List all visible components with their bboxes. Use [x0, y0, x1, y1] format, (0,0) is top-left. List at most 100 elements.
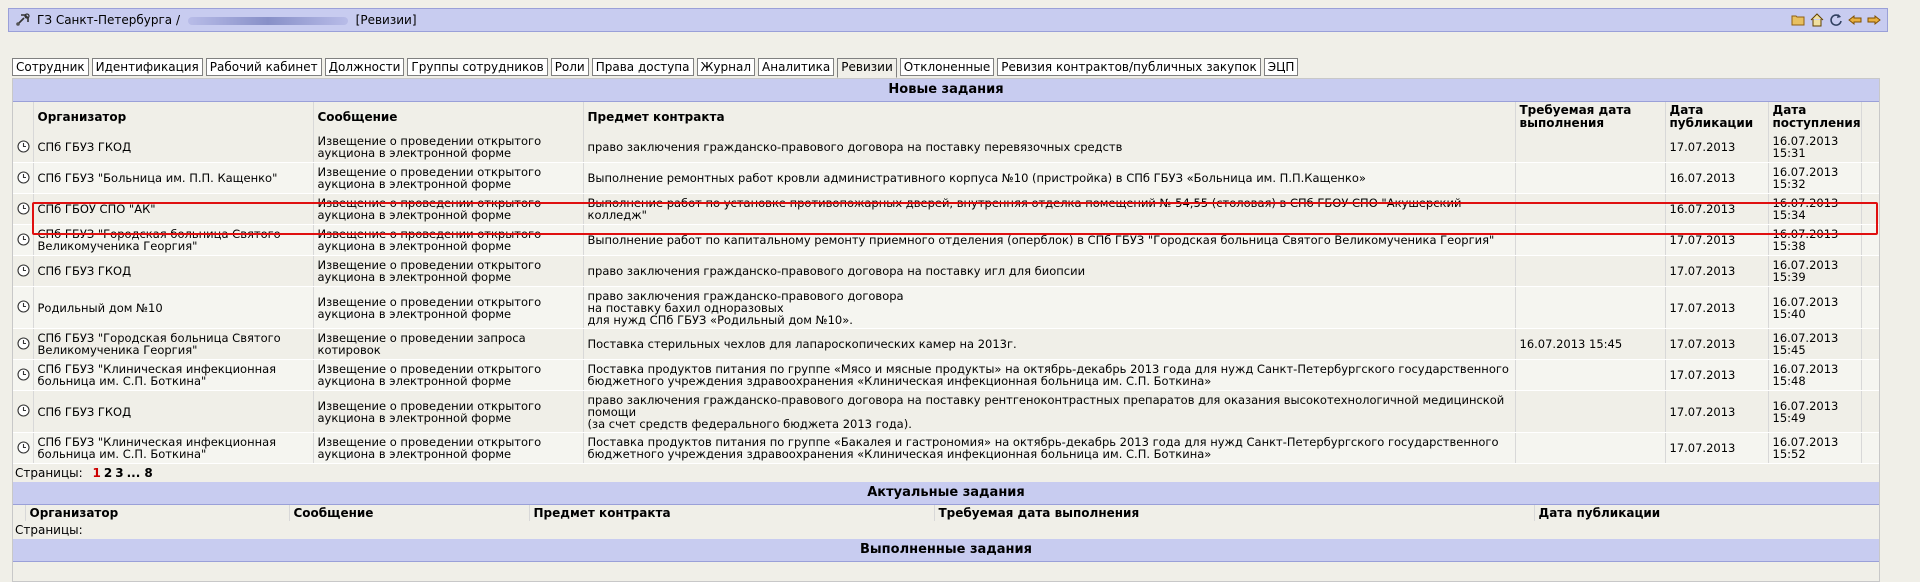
cell-org: СПб ГБУЗ "Клиническая инфекционная больн… — [33, 359, 314, 391]
cell-org: Родильный дом №10 — [33, 286, 314, 329]
table-row[interactable]: СПб ГБУЗ "Городская больница Святого Вел… — [13, 224, 1879, 256]
clock-icon[interactable] — [13, 132, 34, 163]
done-tasks-title: Выполненные задания — [13, 539, 1879, 562]
actual-tasks-title: Актуальные задания — [13, 482, 1879, 505]
cell-req-date: 16.07.2013 15:45 — [1515, 328, 1666, 360]
column-header[interactable]: Организатор — [33, 102, 314, 132]
cell-pub-date: 17.07.2013 — [1665, 224, 1769, 256]
column-header[interactable]: Дата публикации — [1665, 102, 1769, 132]
column-header[interactable]: Дата поступления — [1768, 102, 1862, 132]
column-header[interactable]: Дата публикации — [1534, 505, 1879, 521]
cell-subject: право заключения гражданско-правового до… — [583, 286, 1516, 329]
cell-recv-date: 16.07.2013 15:45 — [1768, 328, 1862, 360]
cell-subject: право заключения гражданско-правового до… — [583, 390, 1516, 433]
scroll-cell — [1861, 162, 1879, 194]
cell-pub-date: 17.07.2013 — [1665, 286, 1769, 329]
tab-10[interactable]: Отклоненные — [899, 58, 995, 76]
cell-org: СПб ГБУЗ "Больница им. П.П. Кащенко" — [33, 162, 314, 194]
cell-recv-date: 16.07.2013 15:31 — [1768, 132, 1862, 163]
cell-req-date — [1515, 255, 1666, 287]
cell-subject: Выполнение работ по капитальному ремонту… — [583, 224, 1516, 256]
column-header[interactable]: Сообщение — [289, 505, 530, 521]
cell-org: СПб ГБУЗ ГКОД — [33, 132, 314, 163]
tab-3[interactable]: Должности — [324, 58, 405, 76]
cell-req-date — [1515, 359, 1666, 391]
table-row[interactable]: СПб ГБОУ СПО "АК" Извещение о проведении … — [13, 193, 1879, 225]
cell-pub-date: 17.07.2013 — [1665, 132, 1769, 163]
cell-req-date — [1515, 286, 1666, 329]
table-row[interactable]: СПб ГБУЗ "Клиническая инфекционная больн… — [13, 359, 1879, 391]
cell-recv-date: 16.07.2013 15:32 — [1768, 162, 1862, 194]
table-row[interactable]: СПб ГБУЗ ГКОД Извещение о проведении откр… — [13, 132, 1879, 163]
refresh-icon[interactable] — [1828, 12, 1843, 27]
forward-arrow-icon[interactable] — [1866, 12, 1881, 27]
table-row[interactable]: СПб ГБУЗ "Городская больница Святого Вел… — [13, 328, 1879, 360]
table-row[interactable]: Родильный дом №10 Извещение о проведении … — [13, 286, 1879, 329]
cell-org: СПб ГБУЗ "Городская больница Святого Вел… — [33, 328, 314, 360]
redacted-text — [187, 16, 348, 25]
tab-11[interactable]: Ревизия контрактов/публичных закупок — [997, 58, 1261, 76]
clock-icon[interactable] — [13, 432, 34, 464]
page-link[interactable]: 1 — [93, 466, 101, 480]
column-header[interactable]: Требуемая дата выполнения — [934, 505, 1535, 521]
back-arrow-icon[interactable] — [1847, 12, 1862, 27]
clock-icon[interactable] — [13, 328, 34, 360]
clock-icon[interactable] — [13, 359, 34, 391]
page-link[interactable]: 3 — [115, 466, 123, 480]
scroll-cell — [1861, 359, 1879, 391]
tab-8[interactable]: Аналитика — [758, 58, 835, 76]
cell-msg: Извещение о проведении открытого аукцион… — [313, 286, 584, 329]
table-row[interactable]: СПб ГБУЗ "Клиническая инфекционная больн… — [13, 432, 1879, 464]
tab-7[interactable]: Журнал — [696, 58, 756, 76]
scroll-cell — [1861, 255, 1879, 287]
title-toolbar — [1790, 12, 1881, 27]
clock-icon[interactable] — [13, 224, 34, 256]
column-header[interactable]: Сообщение — [313, 102, 584, 132]
cell-msg: Извещение о проведении открытого аукцион… — [313, 193, 584, 225]
new-tasks-header-row: Организатор Сообщение Предмет контракта … — [13, 102, 1879, 132]
column-header[interactable]: Организатор — [25, 505, 290, 521]
clock-icon[interactable] — [13, 255, 34, 287]
cell-req-date — [1515, 132, 1666, 163]
cell-pub-date: 16.07.2013 — [1665, 162, 1769, 194]
cell-msg: Извещение о проведении открытого аукцион… — [313, 132, 584, 163]
column-header[interactable]: Требуемая дата выполнения — [1515, 102, 1666, 132]
home-icon[interactable] — [1809, 12, 1824, 27]
cell-pub-date: 17.07.2013 — [1665, 359, 1769, 391]
cell-recv-date: 16.07.2013 15:49 — [1768, 390, 1862, 433]
scroll-cell — [1861, 132, 1879, 163]
folder-icon[interactable] — [1790, 12, 1805, 27]
column-header[interactable]: Предмет контракта — [529, 505, 935, 521]
pager-label: Страницы: — [15, 466, 83, 480]
tab-4[interactable]: Группы сотрудников — [407, 58, 548, 76]
cell-msg: Извещение о проведении открытого аукцион… — [313, 255, 584, 287]
page-link[interactable]: 2 — [104, 466, 112, 480]
column-header[interactable]: Предмет контракта — [583, 102, 1516, 132]
cell-subject: Поставка продуктов питания по группе «Мя… — [583, 359, 1516, 391]
cell-pub-date: 16.07.2013 — [1665, 193, 1769, 225]
clock-icon[interactable] — [13, 390, 34, 433]
tab-6[interactable]: Права доступа — [591, 58, 694, 76]
new-tasks-pager: Страницы: 1 2 3 ... 8 — [13, 464, 1879, 482]
cell-subject: Поставка продуктов питания по группе «Ба… — [583, 432, 1516, 464]
tab-0[interactable]: Сотрудник — [12, 58, 89, 76]
page-link[interactable]: ... 8 — [127, 466, 153, 480]
actual-tasks-table: Организатор Сообщение Предмет контракта … — [13, 505, 1879, 521]
table-row[interactable]: СПб ГБУЗ ГКОД Извещение о проведении откр… — [13, 255, 1879, 287]
cell-subject: Выполнение ремонтных работ кровли админи… — [583, 162, 1516, 194]
cell-pub-date: 17.07.2013 — [1665, 390, 1769, 433]
clock-icon[interactable] — [13, 286, 34, 329]
clock-icon[interactable] — [13, 162, 34, 194]
tab-12[interactable]: ЭЦП — [1263, 58, 1299, 76]
cell-msg: Извещение о проведении открытого аукцион… — [313, 359, 584, 391]
tab-2[interactable]: Рабочий кабинет — [205, 58, 322, 76]
table-row[interactable]: СПб ГБУЗ "Больница им. П.П. Кащенко" Изве… — [13, 162, 1879, 194]
actual-tasks-header-row: Организатор Сообщение Предмет контракта … — [13, 505, 1879, 521]
actual-tasks-pager: Страницы: — [13, 521, 1879, 539]
tab-1[interactable]: Идентификация — [91, 58, 203, 76]
cell-msg: Извещение о проведении запроса котировок — [313, 328, 584, 360]
tab-5[interactable]: Роли — [550, 58, 589, 76]
clock-icon[interactable] — [13, 193, 34, 225]
table-row[interactable]: СПб ГБУЗ ГКОД Извещение о проведении откр… — [13, 390, 1879, 433]
tab-9[interactable]: Ревизии — [837, 58, 897, 78]
